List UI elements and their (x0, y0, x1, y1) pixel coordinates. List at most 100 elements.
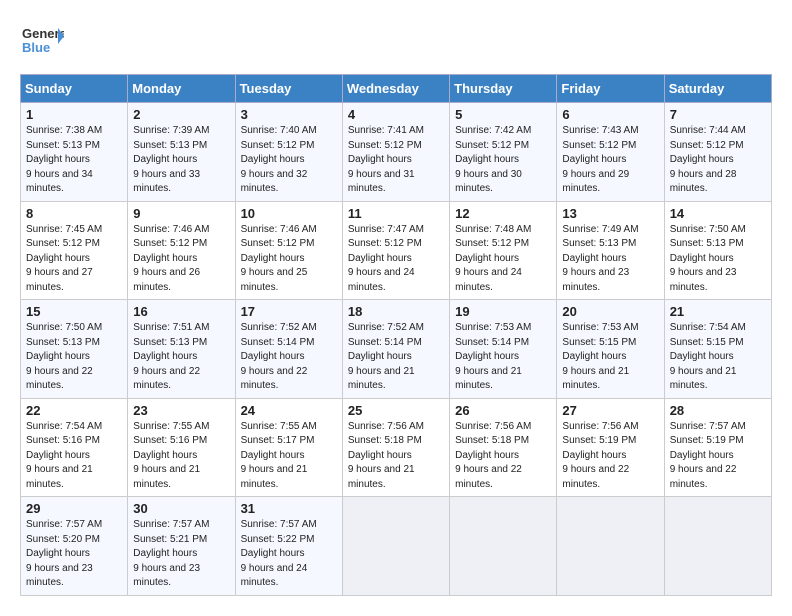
calendar-cell: 26 Sunrise: 7:56 AM Sunset: 5:18 PM Dayl… (450, 398, 557, 497)
day-number: 19 (455, 304, 551, 319)
day-number: 20 (562, 304, 658, 319)
page-header: General Blue (20, 20, 772, 64)
calendar-cell: 7 Sunrise: 7:44 AM Sunset: 5:12 PM Dayli… (664, 103, 771, 202)
day-number: 6 (562, 107, 658, 122)
day-number: 10 (241, 206, 337, 221)
logo-container: General Blue (20, 20, 64, 64)
svg-text:Blue: Blue (22, 40, 50, 55)
calendar-cell: 31 Sunrise: 7:57 AM Sunset: 5:22 PM Dayl… (235, 497, 342, 596)
calendar-cell: 10 Sunrise: 7:46 AM Sunset: 5:12 PM Dayl… (235, 201, 342, 300)
col-header-sunday: Sunday (21, 75, 128, 103)
calendar-cell: 12 Sunrise: 7:48 AM Sunset: 5:12 PM Dayl… (450, 201, 557, 300)
calendar-cell: 28 Sunrise: 7:57 AM Sunset: 5:19 PM Dayl… (664, 398, 771, 497)
calendar-cell: 24 Sunrise: 7:55 AM Sunset: 5:17 PM Dayl… (235, 398, 342, 497)
day-info: Sunrise: 7:54 AM Sunset: 5:15 PM Dayligh… (670, 321, 766, 394)
day-number: 23 (133, 403, 229, 418)
col-header-saturday: Saturday (664, 75, 771, 103)
day-number: 26 (455, 403, 551, 418)
logo: General Blue (20, 20, 64, 64)
day-info: Sunrise: 7:49 AM Sunset: 5:13 PM Dayligh… (562, 223, 658, 296)
day-info: Sunrise: 7:52 AM Sunset: 5:14 PM Dayligh… (241, 321, 337, 394)
calendar-cell: 16 Sunrise: 7:51 AM Sunset: 5:13 PM Dayl… (128, 300, 235, 399)
col-header-tuesday: Tuesday (235, 75, 342, 103)
calendar-week-1: 1 Sunrise: 7:38 AM Sunset: 5:13 PM Dayli… (21, 103, 772, 202)
day-info: Sunrise: 7:46 AM Sunset: 5:12 PM Dayligh… (133, 223, 229, 296)
day-info: Sunrise: 7:51 AM Sunset: 5:13 PM Dayligh… (133, 321, 229, 394)
calendar-cell: 3 Sunrise: 7:40 AM Sunset: 5:12 PM Dayli… (235, 103, 342, 202)
day-info: Sunrise: 7:55 AM Sunset: 5:17 PM Dayligh… (241, 420, 337, 493)
day-number: 29 (26, 501, 122, 516)
day-number: 18 (348, 304, 444, 319)
calendar-cell (342, 497, 449, 596)
day-info: Sunrise: 7:45 AM Sunset: 5:12 PM Dayligh… (26, 223, 122, 296)
day-info: Sunrise: 7:38 AM Sunset: 5:13 PM Dayligh… (26, 124, 122, 197)
calendar-cell: 9 Sunrise: 7:46 AM Sunset: 5:12 PM Dayli… (128, 201, 235, 300)
calendar-cell (450, 497, 557, 596)
calendar-cell: 5 Sunrise: 7:42 AM Sunset: 5:12 PM Dayli… (450, 103, 557, 202)
calendar-cell: 6 Sunrise: 7:43 AM Sunset: 5:12 PM Dayli… (557, 103, 664, 202)
day-number: 12 (455, 206, 551, 221)
day-number: 31 (241, 501, 337, 516)
calendar-cell: 4 Sunrise: 7:41 AM Sunset: 5:12 PM Dayli… (342, 103, 449, 202)
day-info: Sunrise: 7:52 AM Sunset: 5:14 PM Dayligh… (348, 321, 444, 394)
calendar-cell: 29 Sunrise: 7:57 AM Sunset: 5:20 PM Dayl… (21, 497, 128, 596)
col-header-wednesday: Wednesday (342, 75, 449, 103)
day-number: 24 (241, 403, 337, 418)
day-info: Sunrise: 7:56 AM Sunset: 5:19 PM Dayligh… (562, 420, 658, 493)
day-info: Sunrise: 7:57 AM Sunset: 5:22 PM Dayligh… (241, 518, 337, 591)
day-number: 4 (348, 107, 444, 122)
day-number: 16 (133, 304, 229, 319)
calendar-cell: 13 Sunrise: 7:49 AM Sunset: 5:13 PM Dayl… (557, 201, 664, 300)
col-header-monday: Monday (128, 75, 235, 103)
calendar-cell: 8 Sunrise: 7:45 AM Sunset: 5:12 PM Dayli… (21, 201, 128, 300)
calendar-cell: 30 Sunrise: 7:57 AM Sunset: 5:21 PM Dayl… (128, 497, 235, 596)
day-info: Sunrise: 7:50 AM Sunset: 5:13 PM Dayligh… (26, 321, 122, 394)
calendar-cell: 17 Sunrise: 7:52 AM Sunset: 5:14 PM Dayl… (235, 300, 342, 399)
day-info: Sunrise: 7:44 AM Sunset: 5:12 PM Dayligh… (670, 124, 766, 197)
svg-text:General: General (22, 26, 64, 41)
day-number: 22 (26, 403, 122, 418)
calendar-cell (557, 497, 664, 596)
day-info: Sunrise: 7:53 AM Sunset: 5:15 PM Dayligh… (562, 321, 658, 394)
calendar-cell: 15 Sunrise: 7:50 AM Sunset: 5:13 PM Dayl… (21, 300, 128, 399)
day-number: 9 (133, 206, 229, 221)
day-info: Sunrise: 7:42 AM Sunset: 5:12 PM Dayligh… (455, 124, 551, 197)
calendar-cell: 21 Sunrise: 7:54 AM Sunset: 5:15 PM Dayl… (664, 300, 771, 399)
day-info: Sunrise: 7:57 AM Sunset: 5:21 PM Dayligh… (133, 518, 229, 591)
day-number: 17 (241, 304, 337, 319)
day-info: Sunrise: 7:54 AM Sunset: 5:16 PM Dayligh… (26, 420, 122, 493)
calendar-cell: 18 Sunrise: 7:52 AM Sunset: 5:14 PM Dayl… (342, 300, 449, 399)
col-header-thursday: Thursday (450, 75, 557, 103)
calendar-cell: 19 Sunrise: 7:53 AM Sunset: 5:14 PM Dayl… (450, 300, 557, 399)
day-info: Sunrise: 7:55 AM Sunset: 5:16 PM Dayligh… (133, 420, 229, 493)
day-number: 5 (455, 107, 551, 122)
day-number: 14 (670, 206, 766, 221)
calendar-cell: 11 Sunrise: 7:47 AM Sunset: 5:12 PM Dayl… (342, 201, 449, 300)
day-info: Sunrise: 7:46 AM Sunset: 5:12 PM Dayligh… (241, 223, 337, 296)
day-info: Sunrise: 7:48 AM Sunset: 5:12 PM Dayligh… (455, 223, 551, 296)
day-info: Sunrise: 7:56 AM Sunset: 5:18 PM Dayligh… (348, 420, 444, 493)
calendar-cell: 25 Sunrise: 7:56 AM Sunset: 5:18 PM Dayl… (342, 398, 449, 497)
calendar-cell: 27 Sunrise: 7:56 AM Sunset: 5:19 PM Dayl… (557, 398, 664, 497)
calendar-week-3: 15 Sunrise: 7:50 AM Sunset: 5:13 PM Dayl… (21, 300, 772, 399)
day-number: 11 (348, 206, 444, 221)
day-number: 3 (241, 107, 337, 122)
day-number: 1 (26, 107, 122, 122)
day-number: 8 (26, 206, 122, 221)
day-info: Sunrise: 7:57 AM Sunset: 5:20 PM Dayligh… (26, 518, 122, 591)
day-info: Sunrise: 7:47 AM Sunset: 5:12 PM Dayligh… (348, 223, 444, 296)
calendar-cell: 14 Sunrise: 7:50 AM Sunset: 5:13 PM Dayl… (664, 201, 771, 300)
day-info: Sunrise: 7:53 AM Sunset: 5:14 PM Dayligh… (455, 321, 551, 394)
calendar-week-5: 29 Sunrise: 7:57 AM Sunset: 5:20 PM Dayl… (21, 497, 772, 596)
calendar-cell: 2 Sunrise: 7:39 AM Sunset: 5:13 PM Dayli… (128, 103, 235, 202)
day-info: Sunrise: 7:50 AM Sunset: 5:13 PM Dayligh… (670, 223, 766, 296)
day-number: 28 (670, 403, 766, 418)
day-number: 7 (670, 107, 766, 122)
day-number: 25 (348, 403, 444, 418)
logo-graphic: General Blue (20, 20, 64, 64)
day-number: 2 (133, 107, 229, 122)
calendar-week-4: 22 Sunrise: 7:54 AM Sunset: 5:16 PM Dayl… (21, 398, 772, 497)
calendar-cell: 22 Sunrise: 7:54 AM Sunset: 5:16 PM Dayl… (21, 398, 128, 497)
calendar-cell (664, 497, 771, 596)
calendar-cell: 20 Sunrise: 7:53 AM Sunset: 5:15 PM Dayl… (557, 300, 664, 399)
